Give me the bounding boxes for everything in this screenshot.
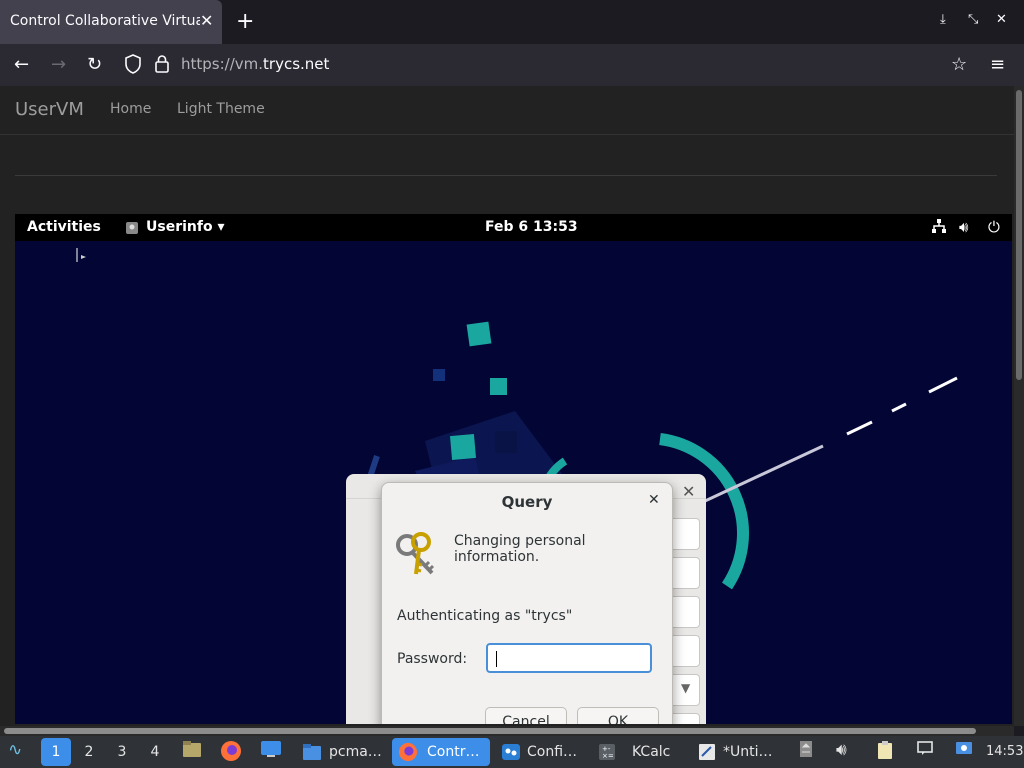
new-tab-button[interactable]: + xyxy=(236,9,254,34)
task-label: Confi… xyxy=(527,744,578,760)
chevron-down-icon: ▼ xyxy=(681,681,691,695)
speaker-icon[interactable]: 🔊︎ xyxy=(836,740,847,760)
task-label: pcma… xyxy=(329,744,382,760)
close-window-icon[interactable]: ✕ xyxy=(996,12,1007,27)
settings-icon xyxy=(501,743,521,766)
taskbar-clock[interactable]: 14:53 xyxy=(986,744,1023,759)
host-taskbar: ∿ 1 2 3 4 pcma… Contr… Confi… +- ×= KCalc… xyxy=(0,736,1024,768)
task-pcma[interactable]: pcma… xyxy=(296,738,388,766)
query-message: Changing personal information. xyxy=(454,533,586,565)
notes-icon[interactable] xyxy=(798,740,814,763)
task-label: Contr… xyxy=(427,744,480,760)
browser-tab[interactable]: Control Collaborative Virtual ✕ xyxy=(0,0,222,44)
firefox-icon xyxy=(398,742,418,766)
nav-light-theme-link[interactable]: Light Theme xyxy=(177,101,265,117)
network-status-icon[interactable] xyxy=(955,740,975,763)
url-host: trycs.net xyxy=(263,55,330,73)
browser-nav-bar: ← → ↻ https://vm.trycs.net ☆ ≡ xyxy=(0,44,1024,86)
app-icon xyxy=(125,220,139,239)
site-brand[interactable]: UserVM xyxy=(15,99,84,120)
horizontal-scrollbar-thumb[interactable] xyxy=(4,728,976,734)
restore-icon[interactable]: ⤡ xyxy=(968,12,978,27)
desktop-1[interactable]: 1 xyxy=(41,738,71,766)
menu-icon[interactable]: ≡ xyxy=(990,54,1005,75)
task-label: KCalc xyxy=(632,744,671,760)
desktop-icon[interactable] xyxy=(260,740,282,763)
desktop-2[interactable]: 2 xyxy=(74,738,104,766)
app-menu-userinfo[interactable]: Userinfo ▾ xyxy=(146,219,224,235)
query-dialog[interactable]: Query ✕ Changing personal information. A… xyxy=(381,482,673,724)
password-field[interactable] xyxy=(486,643,652,673)
task-label: *Unti… xyxy=(723,744,773,760)
query-close-icon[interactable]: ✕ xyxy=(648,492,660,508)
query-dialog-title: Query xyxy=(501,493,553,511)
clipboard-icon[interactable] xyxy=(876,740,894,765)
auth-as-label: Authenticating as "trycs" xyxy=(397,608,573,624)
power-icon[interactable]: ⏻ xyxy=(988,218,1000,236)
password-label: Password: xyxy=(397,651,468,667)
url-bar[interactable]: https://vm.trycs.net xyxy=(181,55,329,73)
url-scheme: https://vm. xyxy=(181,55,264,73)
keys-icon xyxy=(394,531,444,581)
forward-icon[interactable]: → xyxy=(51,54,66,75)
desktop-4[interactable]: 4 xyxy=(140,738,170,766)
task-kcalc[interactable]: +- ×= KCalc xyxy=(592,738,684,766)
navbar-divider xyxy=(0,134,1014,135)
desktop-3[interactable]: 3 xyxy=(107,738,137,766)
tab-title: Control Collaborative Virtual xyxy=(10,13,200,29)
tab-close-icon[interactable]: ✕ xyxy=(200,11,213,30)
bookmark-star-icon[interactable]: ☆ xyxy=(951,54,967,75)
task-control[interactable]: Contr… xyxy=(392,738,490,766)
minimize-icon[interactable]: ⤓ xyxy=(940,12,946,27)
task-config[interactable]: Confi… xyxy=(496,738,584,766)
svg-text:×=: ×= xyxy=(602,752,614,760)
content-divider xyxy=(15,175,997,176)
back-icon[interactable]: ← xyxy=(14,54,29,75)
text-caret xyxy=(496,651,497,667)
ok-button[interactable]: OK xyxy=(577,707,659,724)
vm-clock[interactable]: Feb 6 13:53 xyxy=(485,219,578,235)
firefox-icon[interactable] xyxy=(220,740,242,767)
file-manager-icon[interactable] xyxy=(182,740,202,763)
shield-icon[interactable] xyxy=(124,54,142,78)
notifications-icon[interactable] xyxy=(916,740,934,761)
lock-icon[interactable] xyxy=(154,54,170,78)
activities-button[interactable]: Activities xyxy=(27,219,101,235)
app-launcher-icon[interactable]: ∿ xyxy=(8,740,22,760)
task-untitled[interactable]: *Unti… xyxy=(692,738,784,766)
folder-icon xyxy=(302,743,322,766)
text-editor-icon xyxy=(698,743,716,766)
nav-home-link[interactable]: Home xyxy=(110,101,151,117)
network-icon[interactable] xyxy=(931,218,947,238)
reload-icon[interactable]: ↻ xyxy=(87,54,102,75)
cancel-button[interactable]: Cancel xyxy=(485,707,567,724)
vm-screen[interactable]: Activities Userinfo ▾ Feb 6 13:53 🔊︎ ⏻ ✕… xyxy=(15,214,1012,724)
volume-icon[interactable]: 🔊︎ xyxy=(959,218,968,236)
vertical-scrollbar-thumb[interactable] xyxy=(1016,90,1022,380)
browser-tab-strip: Control Collaborative Virtual ✕ + ⤓ ⤡ ✕ xyxy=(0,0,1024,44)
calculator-icon: +- ×= xyxy=(598,743,616,766)
gnome-top-bar: Activities Userinfo ▾ Feb 6 13:53 🔊︎ ⏻ xyxy=(15,214,1012,241)
